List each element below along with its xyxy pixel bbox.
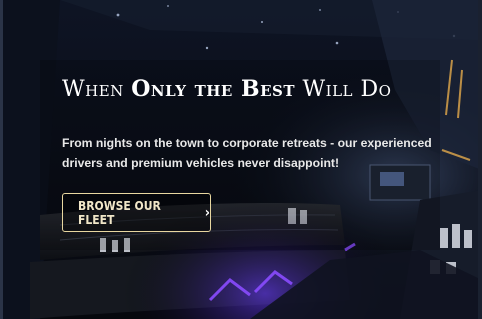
headline-emphasis: Only the Best <box>131 76 296 102</box>
right-frame-edge <box>478 0 482 319</box>
browse-fleet-label: BROWSE OUR FLEET <box>78 198 161 227</box>
hero-banner: When Only the Best Will Do From nights o… <box>0 0 482 319</box>
headline-part-1: When <box>62 77 132 102</box>
hero-subtext: From nights on the town to corporate ret… <box>62 136 432 170</box>
headline-part-2: Will Do <box>295 77 392 102</box>
chevron-right-icon: › <box>204 204 210 221</box>
hero-headline: When Only the Best Will Do <box>62 76 391 102</box>
browse-fleet-button[interactable]: BROWSE OUR FLEET › <box>62 193 211 232</box>
left-frame-edge <box>0 0 3 319</box>
